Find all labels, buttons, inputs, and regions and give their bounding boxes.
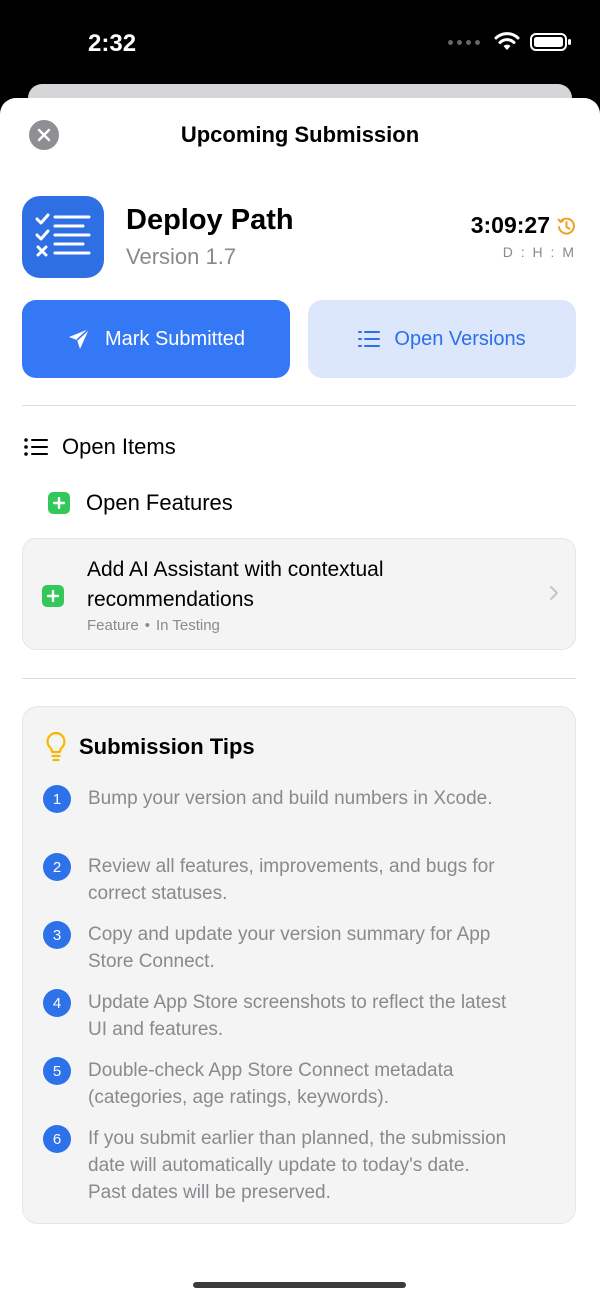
tip-item: 2 Review all features, improvements, and… [43, 853, 563, 907]
tip-item: 3 Copy and update your version summary f… [43, 921, 563, 975]
open-versions-button[interactable]: Open Versions [308, 300, 576, 378]
countdown-units: D : H : M [502, 244, 576, 260]
history-clock-icon [557, 217, 575, 235]
list-icon [24, 438, 48, 456]
tip-number-badge: 4 [43, 989, 71, 1017]
feature-item-type: Feature [87, 617, 139, 634]
list-icon [358, 331, 381, 347]
mark-submitted-label: Mark Submitted [104, 327, 246, 350]
feature-item-meta: Feature • In Testing [87, 617, 220, 634]
tip-text: If you submit earlier than planned, the … [88, 1128, 507, 1203]
app-icon [22, 196, 104, 278]
open-features-label: Open Features [86, 490, 233, 515]
open-items-label: Open Items [62, 434, 176, 459]
open-items-header: Open Items [24, 434, 176, 460]
tip-item: 6 If you submit earlier than planned, th… [43, 1125, 563, 1206]
checklist-icon [35, 213, 91, 257]
status-time: 2:32 [88, 30, 137, 57]
wifi-icon [494, 32, 520, 50]
tips-title: Submission Tips [79, 734, 255, 759]
tip-item: 5 Double-check App Store Connect metadat… [43, 1057, 563, 1111]
tip-number-badge: 3 [43, 921, 71, 949]
app-version: Version 1.7 [126, 244, 237, 269]
lightbulb-icon [46, 731, 66, 762]
feature-item-card[interactable]: Add AI Assistant with contextual recomme… [22, 538, 576, 650]
countdown: 3:09:27 [471, 212, 576, 239]
feature-item-title: Add AI Assistant with contextual recomme… [87, 558, 384, 611]
countdown-value: 3:09:27 [470, 212, 550, 238]
submission-tips-card: Submission Tips 1 Bump your version and … [22, 706, 576, 1224]
tip-number-badge: 1 [43, 785, 71, 813]
app-name: Deploy Path [126, 204, 294, 236]
chevron-right-icon [550, 586, 558, 600]
open-versions-label: Open Versions [394, 327, 526, 350]
divider [22, 405, 576, 406]
status-bar: 2:32 [0, 0, 600, 90]
status-icons [448, 32, 572, 52]
feature-item-status: In Testing [155, 617, 220, 634]
tip-text: Double-check App Store Connect metadata … [88, 1060, 454, 1108]
tip-item: 4 Update App Store screenshots to reflec… [43, 989, 563, 1043]
tip-text: Bump your version and build numbers in X… [88, 788, 493, 809]
submission-sheet: Upcoming Submission Deploy Path Version … [0, 98, 600, 1300]
tip-text: Update App Store screenshots to reflect … [88, 992, 507, 1040]
paper-plane-icon [68, 328, 90, 349]
tip-number-badge: 5 [43, 1057, 71, 1085]
plus-icon [48, 492, 70, 514]
tips-header: Submission Tips [45, 731, 255, 763]
tip-number-badge: 6 [43, 1125, 71, 1153]
cellular-signal-icon [448, 39, 480, 45]
mark-submitted-button[interactable]: Mark Submitted [22, 300, 290, 378]
battery-icon [530, 33, 571, 51]
plus-icon [42, 585, 64, 607]
tip-text: Review all features, improvements, and b… [88, 856, 495, 904]
tip-item: 1 Bump your version and build numbers in… [43, 785, 563, 813]
tip-text: Copy and update your version summary for… [88, 924, 491, 972]
sheet-title: Upcoming Submission [180, 122, 420, 147]
open-features-header: Open Features [48, 490, 233, 516]
meta-separator: • [144, 617, 150, 634]
divider [22, 678, 576, 679]
home-indicator[interactable] [193, 1282, 406, 1288]
tip-number-badge: 2 [43, 853, 71, 881]
